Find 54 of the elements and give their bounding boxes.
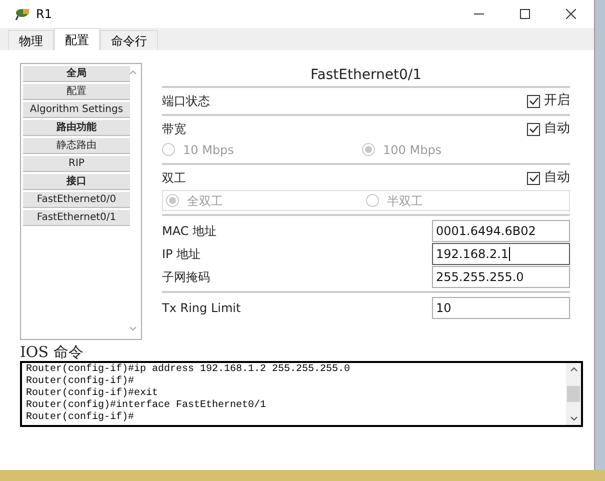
router-icon: [14, 7, 30, 21]
field-label: MAC 地址: [162, 222, 217, 240]
maximize-icon: [520, 9, 530, 19]
input-field[interactable]: 10: [432, 296, 570, 318]
input-field[interactable]: 0001.6494.6B02: [432, 220, 570, 242]
checkbox[interactable]: [527, 94, 540, 108]
section-label: 双工: [162, 170, 186, 187]
sidebar-item[interactable]: 配置: [23, 84, 130, 100]
radio-label: 10 Mbps: [183, 142, 234, 158]
radio-button[interactable]: [362, 143, 375, 156]
input-field[interactable]: 255.255.255.0: [432, 266, 570, 288]
sidebar-item[interactable]: Algorithm Settings: [23, 102, 130, 118]
console-line: Router(config-if)#ip address 192.168.1.2 255.255.255.0: [26, 364, 350, 376]
sidebar-item[interactable]: FastEthernet0/0: [23, 192, 130, 208]
radio-label: 100 Mbps: [383, 142, 442, 158]
scroll-up-icon[interactable]: [570, 367, 578, 372]
sidebar-item[interactable]: 静态路由: [23, 138, 130, 154]
window-title: R1: [36, 6, 52, 23]
checkbox[interactable]: [527, 122, 540, 136]
radio-button[interactable]: [366, 194, 379, 207]
sidebar-item[interactable]: 路由功能: [23, 120, 130, 136]
radio-button[interactable]: [166, 194, 179, 207]
field-label: Tx Ring Limit: [162, 300, 241, 316]
tab[interactable]: 物理: [8, 30, 54, 50]
checkbox-label: 自动: [544, 120, 570, 138]
checkbox-label: 自动: [544, 169, 570, 188]
checkbox-label: 开启: [544, 92, 570, 110]
tab[interactable]: 配置: [54, 28, 100, 50]
field-label: 子网掩码: [162, 268, 210, 286]
scrollbar[interactable]: [566, 363, 581, 425]
tab[interactable]: 命令行: [100, 30, 158, 50]
radio-button[interactable]: [162, 143, 175, 156]
input-field[interactable]: 192.168.2.1: [432, 242, 570, 264]
sidebar-item[interactable]: 接口: [23, 174, 130, 190]
section-label: 端口状态: [162, 93, 210, 110]
console-line: Router(config-if)#exit: [26, 388, 158, 400]
check-icon: [528, 173, 538, 183]
check-icon: [528, 124, 538, 134]
console-line: Router(config-if)#: [26, 376, 134, 388]
sidebar-item[interactable]: FastEthernet0/1: [23, 210, 130, 226]
console-line: Router(config-if)#: [26, 412, 134, 424]
scroll-down-icon[interactable]: [570, 416, 578, 421]
radio-label: 全双工: [187, 192, 223, 210]
checkbox[interactable]: [527, 172, 540, 184]
section-label: IOS 命令: [20, 344, 84, 361]
sidebar-item[interactable]: RIP: [23, 156, 130, 172]
check-icon: [528, 96, 538, 106]
close-icon: [566, 9, 576, 19]
sidebar-item[interactable]: 全局: [23, 66, 130, 82]
console-line: Router(config)#interface FastEthernet0/1: [26, 400, 266, 412]
field-label: IP 地址: [162, 246, 201, 262]
radio-label: 半双工: [387, 192, 423, 210]
section-label: 带宽: [162, 121, 186, 138]
panel-title: FastEthernet0/1: [310, 66, 422, 85]
